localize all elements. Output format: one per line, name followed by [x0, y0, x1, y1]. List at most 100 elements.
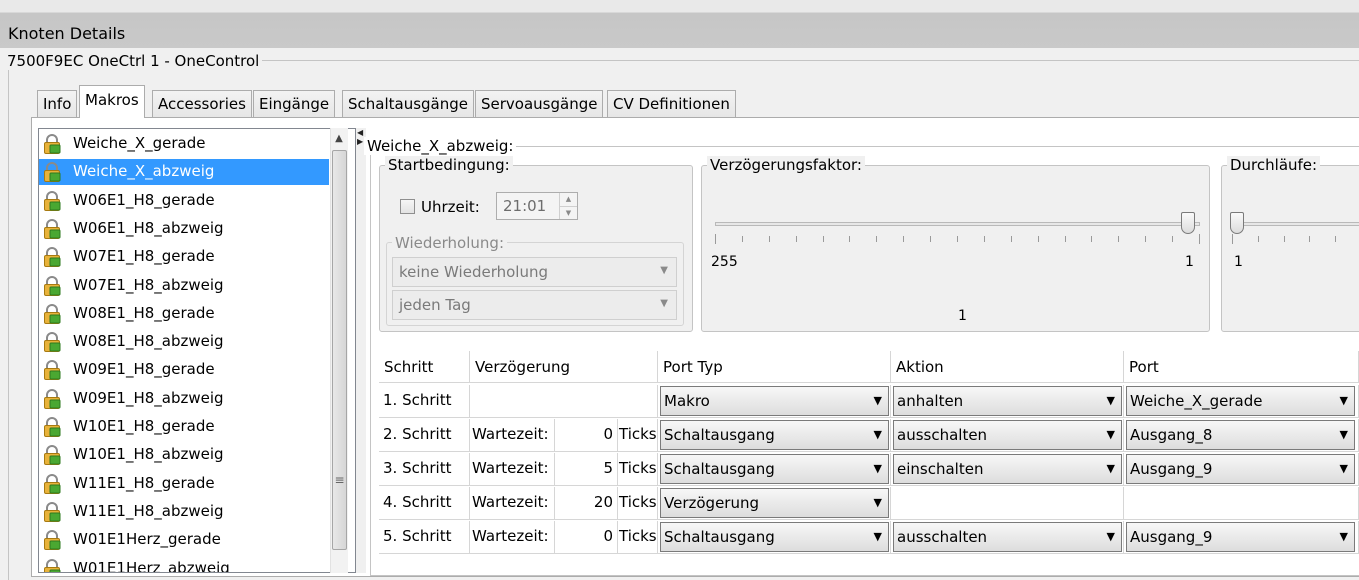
slider-tick — [1283, 236, 1285, 242]
port-type-select-value: Schaltausgang — [664, 528, 775, 546]
delay-factor-group — [701, 165, 1210, 332]
tab-cv-definitionen[interactable]: CV Definitionen — [607, 90, 736, 117]
tab-eingaenge-label: Eingänge — [259, 95, 330, 113]
macro-list-item[interactable]: W07E1_H8_gerade — [39, 244, 329, 270]
steps-table: Schritt Verzögerung Port Typ Aktion Port 1. S… — [379, 351, 1359, 556]
chevron-down-icon: ▼ — [1106, 530, 1115, 543]
tab-info[interactable]: Info — [37, 90, 78, 117]
lock-icon — [44, 388, 61, 409]
tab-eingaenge[interactable]: Eingänge — [253, 90, 336, 117]
time-checkbox[interactable] — [400, 199, 415, 214]
slider-tick — [1335, 236, 1337, 242]
wait-input[interactable]: 5 — [554, 453, 618, 486]
port-select[interactable]: Ausgang_8 ▼ — [1126, 420, 1355, 450]
scroll-grip-icon: ≡ — [334, 473, 345, 487]
spin-updown-icon[interactable]: ▲ ▼ — [559, 193, 577, 219]
macro-list-item[interactable]: W09E1_H8_abzweig — [39, 386, 329, 412]
port-type-select[interactable]: Schaltausgang ▼ — [660, 420, 889, 450]
slider-tick — [1037, 236, 1039, 242]
port-type-select[interactable]: Schaltausgang ▼ — [660, 454, 889, 484]
action-select[interactable]: anhalten ▼ — [893, 386, 1122, 416]
macro-list-item[interactable]: W01E1Herz_gerade — [39, 527, 329, 553]
port-type-select[interactable]: Makro ▼ — [660, 386, 889, 416]
scroll-thumb[interactable] — [332, 150, 347, 550]
header-port-typ[interactable]: Port Typ — [658, 351, 891, 383]
port-type-select-value: Verzögerung — [664, 494, 759, 512]
scroll-up-icon[interactable]: ▲ — [330, 130, 348, 148]
macro-list-item[interactable]: Weiche_X_gerade — [39, 131, 329, 157]
lock-icon — [44, 218, 61, 239]
tab-accessories[interactable]: Accessories — [152, 90, 252, 117]
macro-list-item[interactable]: W08E1_H8_abzweig — [39, 329, 329, 355]
port-type-select[interactable]: Schaltausgang ▼ — [660, 522, 889, 552]
wait-input[interactable]: 20 — [554, 487, 618, 520]
tab-schaltausgaenge[interactable]: Schaltausgänge — [342, 90, 474, 117]
macro-list-item[interactable]: W10E1_H8_gerade — [39, 414, 329, 440]
macro-list-item-label: W08E1_H8_gerade — [73, 303, 215, 322]
passes-group — [1221, 165, 1359, 332]
macro-list[interactable]: Weiche_X_gerade Weiche_X_abzweig W06E1_H8_… — [38, 128, 356, 573]
port-type-select[interactable]: Verzögerung ▼ — [660, 488, 889, 518]
action-select[interactable]: ausschalten ▼ — [893, 420, 1122, 450]
slider-tick — [983, 236, 985, 242]
time-spinbox[interactable]: 21:01 ▲ ▼ — [496, 192, 578, 220]
slider-tick — [1064, 236, 1066, 242]
chevron-down-icon: ▼ — [873, 530, 882, 543]
chevron-down-icon: ▼ — [1106, 428, 1115, 441]
slider-tick — [849, 236, 851, 242]
chevron-down-icon: ▼ — [1339, 462, 1348, 475]
delay-factor-track[interactable] — [715, 222, 1200, 226]
port-type-select-value: Makro — [664, 392, 710, 410]
wait-input[interactable]: 0 — [554, 419, 618, 452]
slider-tick — [1172, 236, 1174, 242]
chevron-down-icon: ▼ — [1339, 394, 1348, 407]
tab-makros[interactable]: Makros — [79, 85, 145, 118]
delay-min-label: 255 — [711, 254, 738, 270]
slider-tick — [768, 236, 770, 242]
chevron-down-icon: ▼ — [1339, 428, 1348, 441]
day-select[interactable]: jeden Tag ▼ — [392, 290, 677, 320]
passes-slider-thumb[interactable] — [1230, 212, 1244, 234]
header-aktion[interactable]: Aktion — [891, 351, 1124, 383]
header-verzoegerung[interactable]: Verzögerung — [470, 351, 658, 383]
port-select[interactable]: Weiche_X_gerade ▼ — [1126, 386, 1355, 416]
slider-tick — [1091, 236, 1093, 242]
macro-list-item[interactable]: W10E1_H8_abzweig — [39, 442, 329, 468]
action-cell — [891, 487, 1124, 520]
lock-icon — [44, 190, 61, 211]
macro-list-item[interactable]: W01E1Herz_abzweig — [39, 556, 329, 572]
passes-track[interactable] — [1232, 222, 1359, 226]
macro-list-item[interactable]: W11E1_H8_gerade — [39, 471, 329, 497]
header-port[interactable]: Port — [1124, 351, 1359, 383]
macro-list-item[interactable]: W09E1_H8_gerade — [39, 357, 329, 383]
macro-list-item[interactable]: W06E1_H8_abzweig — [39, 216, 329, 242]
port-select[interactable]: Ausgang_9 ▼ — [1126, 454, 1355, 484]
passes-ticks — [1232, 234, 1359, 244]
tab-servoausgaenge[interactable]: Servoausgänge — [475, 90, 604, 117]
action-select[interactable]: einschalten ▼ — [893, 454, 1122, 484]
day-value: jeden Tag — [399, 296, 471, 314]
splitter-arrow-icon[interactable]: ◀ ▶ — [357, 128, 363, 146]
delay-factor-slider-thumb[interactable] — [1181, 212, 1195, 234]
wait-input[interactable]: 0 — [554, 521, 618, 554]
port-select[interactable]: Ausgang_9 ▼ — [1126, 522, 1355, 552]
passes-legend: Durchläufe: — [1227, 156, 1321, 174]
passes-min-label: 1 — [1234, 254, 1243, 270]
macro-list-item[interactable]: W11E1_H8_abzweig — [39, 499, 329, 525]
header-schritt[interactable]: Schritt — [379, 351, 470, 383]
macro-list-item[interactable]: W07E1_H8_abzweig — [39, 273, 329, 299]
macro-list-item-label: W06E1_H8_abzweig — [73, 218, 224, 237]
slider-tick — [741, 236, 743, 242]
tab-makros-label: Makros — [85, 91, 139, 109]
splitter[interactable] — [356, 128, 366, 573]
macro-list-item[interactable]: Weiche_X_abzweig — [39, 159, 329, 186]
delay-factor-legend: Verzögerungsfaktor: — [707, 156, 865, 174]
action-select[interactable]: ausschalten ▼ — [893, 522, 1122, 552]
delay-cell — [470, 385, 658, 418]
delay-factor-ticks — [715, 234, 1200, 244]
macro-list-item[interactable]: W08E1_H8_gerade — [39, 301, 329, 327]
window-title-bar: Knoten Details — [0, 0, 1359, 48]
repeat-select[interactable]: keine Wiederholung ▼ — [392, 257, 677, 287]
step-cell: 1. Schritt — [379, 385, 470, 418]
macro-list-item[interactable]: W06E1_H8_gerade — [39, 188, 329, 214]
